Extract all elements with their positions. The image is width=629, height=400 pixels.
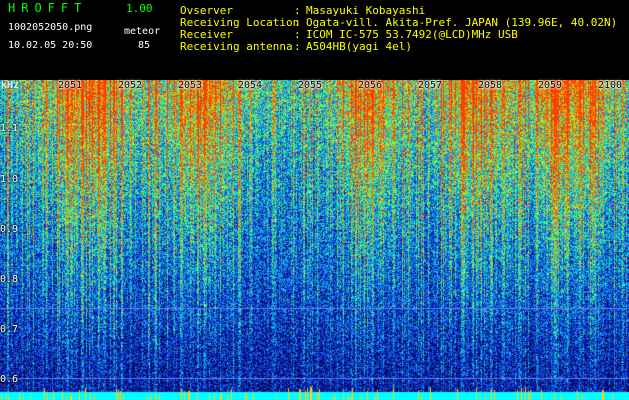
y-tick-label: 0.6 bbox=[0, 374, 19, 385]
y-tick-label: 0.8 bbox=[0, 274, 19, 285]
app-version: 1.00 bbox=[126, 2, 153, 15]
spectrogram bbox=[0, 80, 629, 400]
x-tick-label: 2057 bbox=[418, 80, 443, 91]
x-tick-label: 2059 bbox=[538, 80, 563, 91]
x-tick-label: 2054 bbox=[238, 80, 263, 91]
app-name: HROFFT bbox=[8, 1, 88, 15]
detection-type: meteor bbox=[124, 26, 161, 37]
info-value-antenna: A504HB(yagi 4el) bbox=[306, 40, 412, 53]
info-key-antenna: Receiving antenna bbox=[180, 40, 293, 53]
y-tick-label: 1.1 bbox=[0, 123, 19, 134]
frequency-unit: kHz bbox=[1, 80, 20, 91]
x-tick-label: 2055 bbox=[298, 80, 323, 91]
x-tick-label: 2051 bbox=[58, 80, 83, 91]
y-tick-label: 1.0 bbox=[0, 174, 19, 185]
x-tick-label: 2056 bbox=[358, 80, 383, 91]
x-tick-label: 2058 bbox=[478, 80, 503, 91]
detection-count: 85 bbox=[138, 40, 151, 51]
y-tick-label: 0.9 bbox=[0, 224, 19, 235]
timestamp: 10.02.05 20:50 bbox=[8, 40, 93, 51]
x-tick-label: 2052 bbox=[118, 80, 143, 91]
x-tick-label: 2053 bbox=[178, 80, 203, 91]
x-tick-label: 2100 bbox=[598, 80, 623, 91]
info-colon: : bbox=[294, 40, 301, 53]
hrofft-window: HROFFT 1.00 1002052050.png 10.02.05 20:5… bbox=[0, 0, 629, 400]
file-name: 1002052050.png bbox=[8, 22, 93, 33]
y-tick-label: 0.7 bbox=[0, 324, 19, 335]
